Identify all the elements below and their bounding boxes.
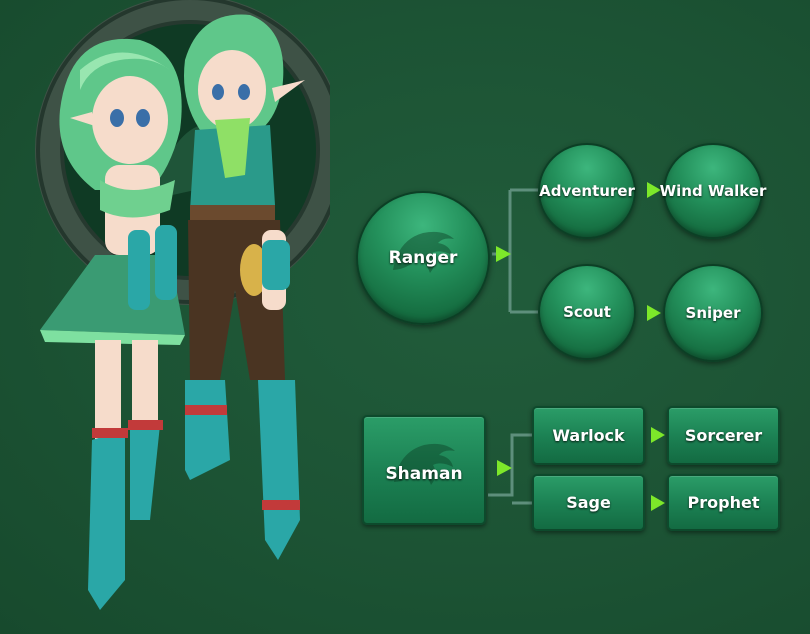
- class-label-scout: Scout: [563, 303, 611, 321]
- class-node-wind-walker[interactable]: Wind Walker: [660, 143, 766, 239]
- class-label-warlock: Warlock: [552, 426, 625, 445]
- class-node-sorcerer[interactable]: Sorcerer: [667, 406, 780, 465]
- scout-arrow: [647, 305, 661, 321]
- class-label-sniper: Sniper: [685, 304, 741, 322]
- class-label-ranger: Ranger: [388, 248, 458, 268]
- class-node-ranger[interactable]: Ranger: [356, 191, 490, 325]
- class-node-sniper[interactable]: Sniper: [663, 264, 763, 362]
- shaman-arrow: [497, 460, 512, 476]
- class-node-scout[interactable]: Scout: [538, 264, 636, 360]
- class-label-prophet: Prophet: [687, 493, 760, 512]
- class-label-shaman: Shaman: [385, 464, 463, 484]
- warlock-arrow: [651, 427, 665, 443]
- class-node-sage[interactable]: Sage: [532, 474, 645, 531]
- class-node-warlock[interactable]: Warlock: [532, 406, 645, 465]
- sage-arrow: [651, 495, 665, 511]
- class-label-sorcerer: Sorcerer: [684, 426, 763, 445]
- class-node-prophet[interactable]: Prophet: [667, 474, 780, 531]
- class-node-adventurer[interactable]: Adventurer: [538, 143, 636, 239]
- class-node-shaman[interactable]: Shaman: [362, 415, 486, 525]
- class-label-adventurer: Adventurer: [539, 182, 635, 200]
- class-label-sage: Sage: [566, 493, 611, 512]
- class-label-wind-walker: Wind Walker: [659, 182, 767, 200]
